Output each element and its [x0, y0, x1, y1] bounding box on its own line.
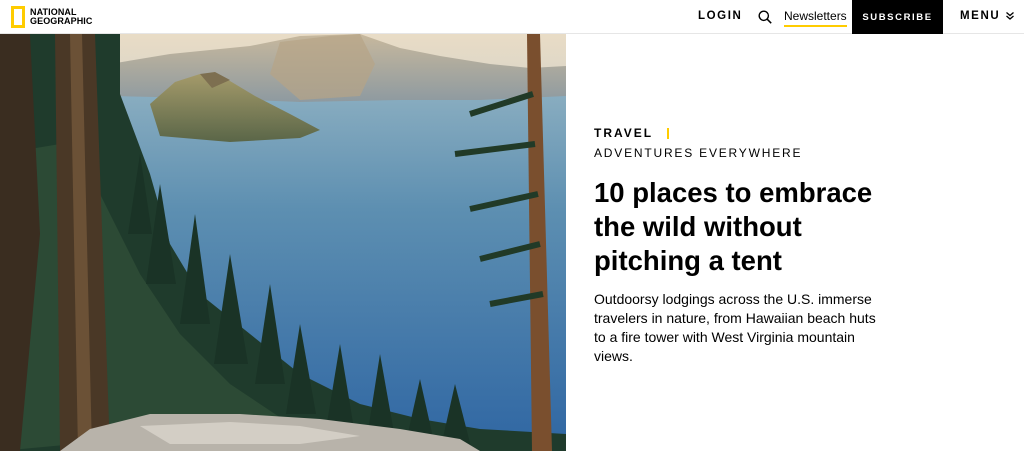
section-kicker: TRAVEL [594, 126, 894, 140]
article-dek: Outdoorsy lodgings across the U.S. immer… [594, 291, 876, 364]
article-teaser: TRAVEL ADVENTURES EVERYWHERE 10 places t… [594, 126, 894, 366]
logo-wordmark: NATIONAL GEOGRAPHIC [30, 8, 93, 26]
menu-button[interactable]: MENU [960, 10, 1015, 22]
newsletters-link[interactable]: Newsletters [784, 9, 847, 27]
national-geographic-logo[interactable]: NATIONAL GEOGRAPHIC [11, 4, 93, 30]
login-link[interactable]: LOGIN [698, 10, 742, 22]
hero-image [0, 34, 566, 451]
search-icon[interactable] [758, 10, 772, 24]
series-label[interactable]: ADVENTURES EVERYWHERE [594, 146, 894, 160]
subscribe-button[interactable]: SUBSCRIBE [852, 0, 943, 34]
site-header: NATIONAL GEOGRAPHIC LOGIN Newsletters SU… [0, 0, 1024, 34]
article-headline[interactable]: 10 places to embrace the wild without pi… [594, 176, 884, 278]
logo-line-2: GEOGRAPHIC [30, 16, 93, 26]
menu-label: MENU [960, 10, 1001, 22]
chevron-down-icon [1006, 12, 1015, 20]
section-label[interactable]: TRAVEL [594, 126, 653, 140]
yellow-border-logo-icon [11, 6, 25, 28]
crater-lake-photo [0, 34, 566, 451]
kicker-divider [667, 127, 670, 139]
